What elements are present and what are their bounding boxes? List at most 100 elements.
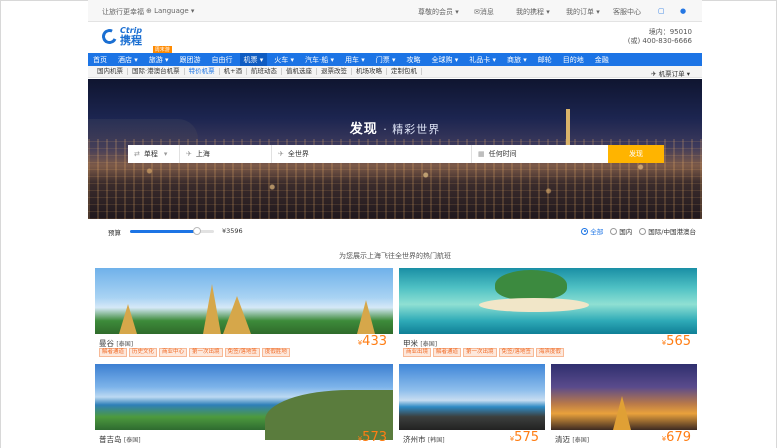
member-label: 尊敬的会员 [418,8,453,16]
nav-item[interactable]: 攻略 [406,55,420,65]
subnav-item[interactable]: 航班动态 [251,68,283,75]
card-price: ¥679 [662,430,691,445]
nav-item[interactable]: 用车 ▾ [345,55,365,65]
flight-search-bar: ⇄ 单程 ▾ ✈ 上海 ✈ 全世界 ▦ 任何时间 发现 [128,145,664,163]
flight-orders-label: 机票订单 [658,70,685,78]
phone-icon[interactable]: ▢ [658,7,665,15]
messages-link[interactable]: ✉消息 [474,7,494,17]
temple-spire [613,396,631,430]
landing-icon: ✈ [278,150,284,158]
nav-item[interactable]: 跟团游 [180,55,201,65]
nav-item[interactable]: 门票 ▾ [376,55,396,65]
card-destination-name: 清迈 [泰国] [555,434,589,445]
card-tag: 第一次出境 [189,348,223,357]
language-selector[interactable]: ⊕ Language ▾ [146,7,194,15]
my-orders-label: 我的订单 [566,8,594,16]
beach-shape [479,298,589,312]
island-shape [495,270,567,300]
card-tags: 商业出境 解者通道 第一次出境 免签/落地签 海滨度假 [403,348,564,357]
card-price: ¥433 [358,334,387,349]
nav-item[interactable]: 自由行 [212,55,233,65]
krabi-image [399,268,697,334]
section-title: 为您展示上海飞往全世界的热门航班 [339,252,451,260]
nav-item[interactable]: 全球购 ▾ [431,55,458,65]
budget-slider-fill [130,230,198,233]
card-city: 济州市 [403,435,426,444]
card-price-value: 575 [514,430,539,445]
card-country: [韩国] [427,437,445,444]
subnav-item[interactable]: 机+酒 [224,68,248,75]
member-menu[interactable]: 尊敬的会员 ▾ [418,7,459,17]
nav-item[interactable]: 目的地 [563,55,584,65]
trip-type-select[interactable]: ⇄ 单程 ▾ [128,145,180,163]
destination-card[interactable]: 甲米 [泰国] ¥565 商业出境 解者通道 第一次出境 免签/落地签 海滨度假 [399,268,697,358]
my-trip-menu[interactable]: 我的携程 ▾ [516,7,550,17]
nav-item[interactable]: 首页 [93,55,107,65]
subnav-item[interactable]: 特价机票 [189,68,220,75]
card-tag: 免签/落地签 [224,348,260,357]
region-radio[interactable]: 全部 [581,226,603,236]
region-radio-group: 全部 国内 国际/中国港澳台 [581,226,696,236]
card-tag: 免签/落地签 [498,348,534,357]
nav-item[interactable]: 礼品卡 ▾ [469,55,496,65]
takeoff-icon: ✈ [186,150,192,158]
nav-item[interactable]: 邮轮 [538,55,552,65]
nav-item[interactable]: 火车 ▾ [274,55,294,65]
nav-item[interactable]: 酒店 ▾ [118,55,138,65]
to-city-field[interactable]: ✈ 全世界 [272,145,472,163]
card-price-value: 433 [362,334,387,349]
date-value: 任何时间 [488,150,517,158]
weibo-icon[interactable]: ● [680,7,686,15]
region-radio[interactable]: 国内 [610,226,632,236]
budget-value: ¥3596 [222,227,243,235]
from-city-field[interactable]: ✈ 上海 [180,145,272,163]
discover-button[interactable]: 发现 [608,145,664,163]
card-city: 曼谷 [99,339,114,348]
temple-roof [223,296,251,334]
card-city: 甲米 [403,339,418,348]
destination-card[interactable]: 普吉岛 [泰国] ¥573 [95,364,393,448]
date-field[interactable]: ▦ 任何时间 [472,145,608,163]
subnav-item[interactable]: 国际·港澳台机票 [132,68,185,75]
card-price-value: 679 [666,430,691,445]
nav-item[interactable]: 商旅 ▾ [507,55,527,65]
budget-slider-handle[interactable] [193,227,202,235]
subnav-item[interactable]: 定制包机 [391,68,423,75]
calendar-icon: ▦ [478,150,485,158]
nav-item[interactable]: 金融 [595,55,609,65]
destination-card[interactable]: 曼谷 [泰国] ¥433 解者通道 历史文化 商业中心 第一次出境 免签/落地签 度假胜地 [95,268,393,358]
hero-banner: 发现 · 精彩世界 ⇄ 单程 ▾ ✈ 上海 ✈ 全世界 ▦ 任何时间 发现 [88,79,702,219]
chiang-mai-image [551,364,697,430]
destination-card[interactable]: 济州市 [韩国] ¥575 [399,364,545,448]
nav-item[interactable]: 旅游 周末游 ▾ [149,45,172,65]
slogan: 让旅行更幸福 [102,8,144,16]
my-orders-menu[interactable]: 我的订单 ▾ [566,7,600,17]
region-radio-label: 全部 [590,228,604,236]
hotline-domestic: 境内：95010 [648,28,692,36]
card-price-value: 565 [666,334,691,349]
card-country: [泰国] [116,341,134,348]
destination-card[interactable]: 清迈 [泰国] ¥679 [551,364,697,448]
from-city-value: 上海 [195,150,210,158]
top-utility-bar: 让旅行更幸福 ⊕ Language ▾ 尊敬的会员 ▾ ✉消息 我的携程 ▾ 我… [88,0,702,22]
card-price: ¥575 [510,430,539,445]
hero-title: 发现 · 精彩世界 [349,122,441,137]
flight-subnav: 国内机票 国际·港澳台机票 特价机票 机+酒 航班动态 值机选座 退票改签 机场攻略 定制包机 ✈… [88,66,702,78]
nav-item[interactable]: 汽车·船 ▾ [305,55,334,65]
subnav-item[interactable]: 机场攻略 [356,68,388,75]
card-destination-name: 济州市 [韩国] [403,434,445,445]
region-radio[interactable]: 国际/中国港澳台 [639,226,696,236]
flight-orders-menu[interactable]: ✈ 机票订单 ▾ [651,68,690,78]
subnav-item[interactable]: 值机选座 [286,68,318,75]
subnav-item[interactable]: 退票改签 [321,68,353,75]
ctrip-logo[interactable]: Ctrip 携程 [99,25,142,47]
temple-spire-right [357,300,375,334]
subnav-item[interactable]: 国内机票 [97,68,128,75]
budget-slider[interactable] [130,227,214,235]
nav-item[interactable]: 机票 ▾ [239,52,268,67]
page: 让旅行更幸福 ⊕ Language ▾ 尊敬的会员 ▾ ✉消息 我的携程 ▾ 我… [88,0,702,448]
radio-dot-icon [639,227,647,235]
service-center-link[interactable]: 客服中心 [613,7,641,17]
jeju-city-image [399,364,545,430]
card-price-value: 573 [362,430,387,445]
